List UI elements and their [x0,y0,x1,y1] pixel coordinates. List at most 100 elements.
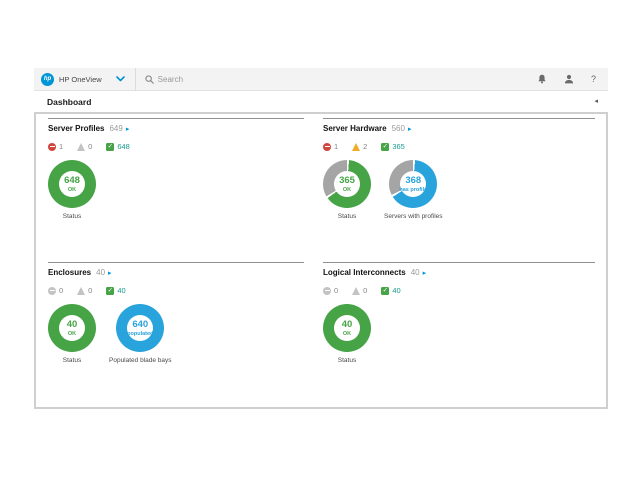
donut-block-profiles: 368 has profile Servers with profiles [384,160,443,220]
panel-header[interactable]: Enclosures 40 ▸ [48,268,304,277]
donut-caption: has profile [399,187,427,193]
donut-caption: OK [343,331,351,337]
donut-label: Status [338,213,356,220]
donut-center: 40 OK [59,315,85,341]
page-title: Dashboard [47,97,91,107]
donut-row: 365 OK Status 368 has profile [323,160,595,220]
profiles-donut-chart[interactable]: 368 has profile [389,160,437,208]
critical-count: 0 [59,286,63,295]
panel-link-arrow-icon[interactable]: ▸ [423,269,427,277]
warning-status[interactable]: 0 [352,286,367,295]
topbar-actions: ? [537,74,608,84]
donut-row: 40 OK Status [323,304,595,364]
panel-link-arrow-icon[interactable]: ▸ [108,269,112,277]
search-input[interactable] [158,75,378,84]
donut-center: 640 populated [127,315,153,341]
search-box [136,75,537,84]
ok-check-icon: ✓ [106,143,114,151]
donut-center: 648 OK [59,171,85,197]
warning-icon [352,287,360,295]
ok-count: 40 [392,286,400,295]
ok-status[interactable]: ✓ 365 [381,142,405,151]
warning-icon [77,143,85,151]
donut-row: 40 OK Status 640 populated [48,304,304,364]
chevron-down-icon[interactable] [116,76,125,82]
status-donut-chart[interactable]: 365 OK [323,160,371,208]
donut-label: Populated blade bays [109,357,172,364]
status-summary-row: 1 0 ✓ 648 [48,142,304,151]
hp-oneview-app: hp HP OneView ? [34,68,608,409]
panel-link-arrow-icon[interactable]: ▸ [126,125,130,133]
warning-status[interactable]: 0 [77,142,92,151]
donut-center: 368 has profile [400,171,426,197]
critical-status[interactable]: 0 [323,286,338,295]
donut-value: 648 [64,176,80,186]
panel-total-count: 40 [411,268,420,277]
donut-label: Status [63,213,81,220]
ok-check-icon: ✓ [381,287,389,295]
donut-value: 40 [67,320,78,330]
panel-server-profiles: Server Profiles 649 ▸ 1 0 ✓ 648 [48,118,304,220]
panel-header[interactable]: Logical Interconnects 40 ▸ [323,268,595,277]
product-name: HP OneView [59,75,102,84]
panel-header[interactable]: Server Profiles 649 ▸ [48,124,304,133]
hp-logo-icon: hp [41,73,54,86]
panel-header[interactable]: Server Hardware 560 ▸ [323,124,595,133]
critical-icon [323,143,331,151]
warning-count: 2 [363,142,367,151]
ok-count: 648 [117,142,130,151]
donut-label: Status [338,357,356,364]
help-icon[interactable]: ? [591,74,596,84]
critical-count: 0 [334,286,338,295]
critical-status[interactable]: 1 [323,142,338,151]
main-menu-button[interactable]: hp HP OneView [34,73,125,86]
page-header: Dashboard ◂ [34,91,608,112]
panel-total-count: 40 [96,268,105,277]
donut-caption: OK [68,187,76,193]
ok-status[interactable]: ✓ 40 [106,286,125,295]
collapse-panel-icon[interactable]: ◂ [594,98,598,105]
ok-count: 365 [392,142,405,151]
critical-icon [48,143,56,151]
status-donut-chart[interactable]: 40 OK [48,304,96,352]
ok-count: 40 [117,286,125,295]
panel-enclosures: Enclosures 40 ▸ 0 0 ✓ 40 [48,262,304,364]
status-summary-row: 1 2 ✓ 365 [323,142,595,151]
ok-check-icon: ✓ [381,143,389,151]
blade-bays-donut-chart[interactable]: 640 populated [116,304,164,352]
critical-status[interactable]: 1 [48,142,63,151]
panel-title: Server Hardware [323,124,387,133]
panel-title: Server Profiles [48,124,104,133]
critical-status[interactable]: 0 [48,286,63,295]
ok-status[interactable]: ✓ 40 [381,286,400,295]
panel-top-rule [48,262,304,263]
donut-block-status: 40 OK Status [323,304,371,364]
status-summary-row: 0 0 ✓ 40 [323,286,595,295]
panel-top-rule [48,118,304,119]
warning-count: 0 [363,286,367,295]
donut-caption: OK [68,331,76,337]
critical-count: 1 [59,142,63,151]
panel-logical-interconnects: Logical Interconnects 40 ▸ 0 0 ✓ [323,262,595,364]
status-summary-row: 0 0 ✓ 40 [48,286,304,295]
warning-status[interactable]: 0 [77,286,92,295]
status-donut-chart[interactable]: 648 OK [48,160,96,208]
panel-title: Logical Interconnects [323,268,406,277]
panel-title: Enclosures [48,268,91,277]
top-banner: hp HP OneView ? [34,68,608,91]
notifications-bell-icon[interactable] [537,74,547,84]
donut-label: Servers with profiles [384,213,443,220]
panel-server-hardware: Server Hardware 560 ▸ 1 2 ✓ 365 [323,118,595,220]
warning-count: 0 [88,286,92,295]
warning-status[interactable]: 2 [352,142,367,151]
warning-count: 0 [88,142,92,151]
donut-label: Status [63,357,81,364]
ok-check-icon: ✓ [106,287,114,295]
status-donut-chart[interactable]: 40 OK [323,304,371,352]
ok-status[interactable]: ✓ 648 [106,142,130,151]
donut-caption: OK [343,187,351,193]
panel-link-arrow-icon[interactable]: ▸ [408,125,412,133]
panel-total-count: 560 [392,124,405,133]
user-account-icon[interactable] [564,74,574,84]
warning-icon [77,287,85,295]
